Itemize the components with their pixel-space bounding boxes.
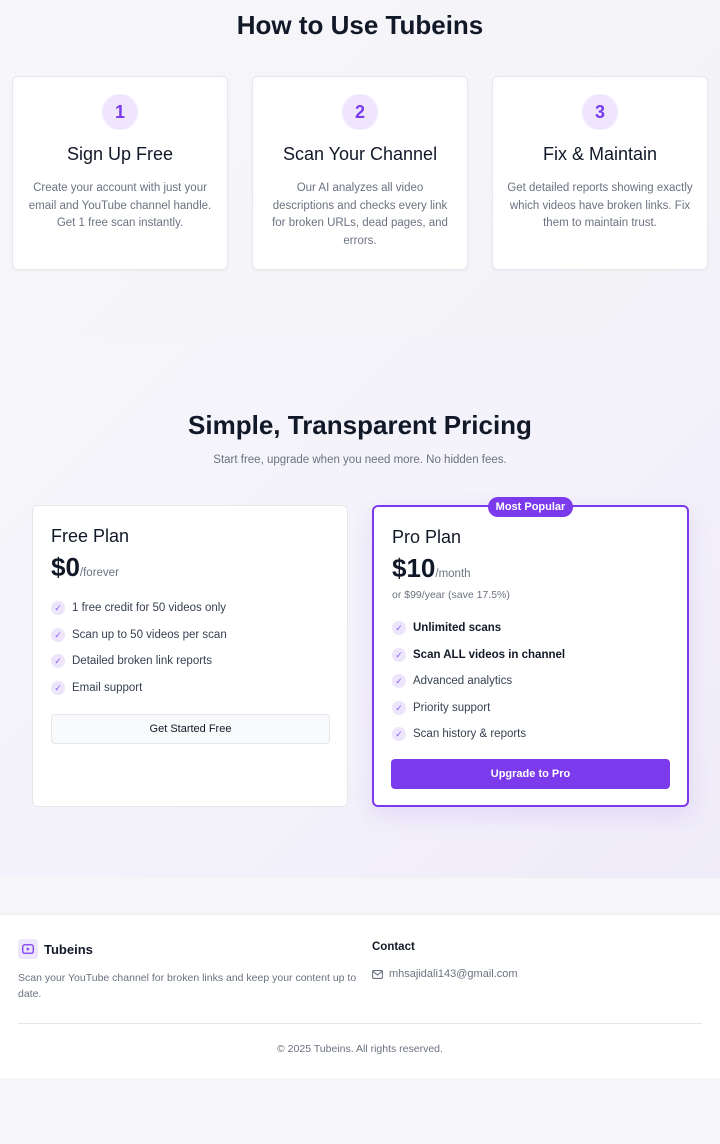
most-popular-badge: Most Popular xyxy=(488,497,573,517)
step-card-2: 2 Scan Your Channel Our AI analyzes all … xyxy=(252,76,468,270)
feature-text: Unlimited scans xyxy=(413,622,502,634)
site-footer: Tubeins Scan your YouTube channel for br… xyxy=(0,914,720,1078)
mail-icon xyxy=(372,969,383,979)
price-amount: $10 xyxy=(392,553,436,583)
check-icon: ✓ xyxy=(392,700,406,715)
check-icon: ✓ xyxy=(392,621,406,635)
price-amount: $0 xyxy=(51,552,80,582)
feature-item: ✓ 1 free credit for 50 videos only xyxy=(51,600,227,627)
feature-item: ✓ Unlimited scans xyxy=(392,620,565,647)
step-description: Create your account with just your email… xyxy=(28,182,212,229)
feature-item: ✓ Email support xyxy=(51,680,227,707)
yearly-price-note: or $99/year (save 17.5%) xyxy=(392,589,510,601)
check-icon: ✓ xyxy=(392,647,406,662)
check-icon: ✓ xyxy=(392,727,406,741)
check-icon: ✓ xyxy=(51,627,65,642)
step-title: Scan Your Channel xyxy=(282,144,438,164)
contact-email: mhsajidali143@gmail.com xyxy=(389,968,518,980)
pro-plan-card: Pro Plan $10/month or $99/year (save 17.… xyxy=(372,505,689,807)
free-plan-card: Free Plan $0/forever ✓ 1 free credit for … xyxy=(32,505,348,807)
contact-email-link[interactable]: mhsajidali143@gmail.com xyxy=(372,968,518,980)
feature-text: Advanced analytics xyxy=(413,675,513,687)
check-icon: ✓ xyxy=(51,601,65,615)
plan-price: $10/month xyxy=(392,553,471,584)
feature-text: Scan history & reports xyxy=(413,728,527,740)
step-number: 3 xyxy=(582,94,618,130)
feature-item: ✓ Scan ALL videos in channel xyxy=(392,647,565,674)
feature-item: ✓ Priority support xyxy=(392,700,565,727)
plan-name: Free Plan xyxy=(51,526,130,546)
plan-features-list: ✓ Unlimited scans ✓ Scan ALL videos in chan… xyxy=(392,620,565,753)
price-period: /month xyxy=(435,568,471,580)
footer-description: Scan your YouTube channel for broken lin… xyxy=(18,972,357,1000)
plan-features-list: ✓ 1 free credit for 50 videos only ✓ Scan u… xyxy=(51,600,227,706)
footer-brand[interactable]: Tubeins xyxy=(18,939,93,959)
feature-item: ✓ Scan up to 50 videos per scan xyxy=(51,627,227,654)
check-icon: ✓ xyxy=(392,674,406,688)
feature-text: Priority support xyxy=(413,701,491,714)
feature-item: ✓ Scan history & reports xyxy=(392,726,565,753)
how-it-works-section: How to Use Tubeins 1 Sign Up Free Create… xyxy=(0,0,720,338)
step-number: 2 xyxy=(342,94,378,130)
step-description: Get detailed reports showing exactly whi… xyxy=(507,182,693,229)
step-card-1: 1 Sign Up Free Create your account with … xyxy=(12,76,228,270)
feature-text: Scan up to 50 videos per scan xyxy=(72,628,227,641)
plan-price: $0/forever xyxy=(51,552,119,583)
feature-text: Email support xyxy=(72,681,143,694)
step-description: Our AI analyzes all video descriptions a… xyxy=(272,182,448,247)
step-title: Fix & Maintain xyxy=(542,144,658,164)
price-period: /forever xyxy=(79,567,119,579)
youtube-play-icon xyxy=(18,939,38,959)
upgrade-to-pro-button[interactable]: Upgrade to Pro xyxy=(391,759,670,789)
feature-text: Detailed broken link reports xyxy=(72,655,212,667)
check-icon: ✓ xyxy=(51,654,65,668)
copyright-text: © 2025 Tubeins. All rights reserved. xyxy=(277,1043,443,1055)
contact-heading: Contact xyxy=(372,941,415,953)
plan-name: Pro Plan xyxy=(392,527,462,547)
step-title: Sign Up Free xyxy=(66,144,174,164)
step-card-3: 3 Fix & Maintain Get detailed reports sh… xyxy=(492,76,708,270)
feature-item: ✓ Advanced analytics xyxy=(392,673,565,700)
step-number: 1 xyxy=(102,94,138,130)
check-icon: ✓ xyxy=(51,680,65,695)
feature-item: ✓ Detailed broken link reports xyxy=(51,653,227,680)
pricing-section: Simple, Transparent Pricing Start free, … xyxy=(0,338,720,878)
pricing-subtitle: Start free, upgrade when you need more. … xyxy=(213,454,507,466)
get-started-free-button[interactable]: Get Started Free xyxy=(51,714,330,744)
footer-divider xyxy=(18,1023,702,1024)
how-it-works-title: How to Use Tubeins xyxy=(236,10,484,40)
pricing-title: Simple, Transparent Pricing xyxy=(188,410,532,440)
feature-text: 1 free credit for 50 videos only xyxy=(72,602,227,614)
footer-brand-name: Tubeins xyxy=(44,941,93,957)
feature-text: Scan ALL videos in channel xyxy=(413,648,566,661)
